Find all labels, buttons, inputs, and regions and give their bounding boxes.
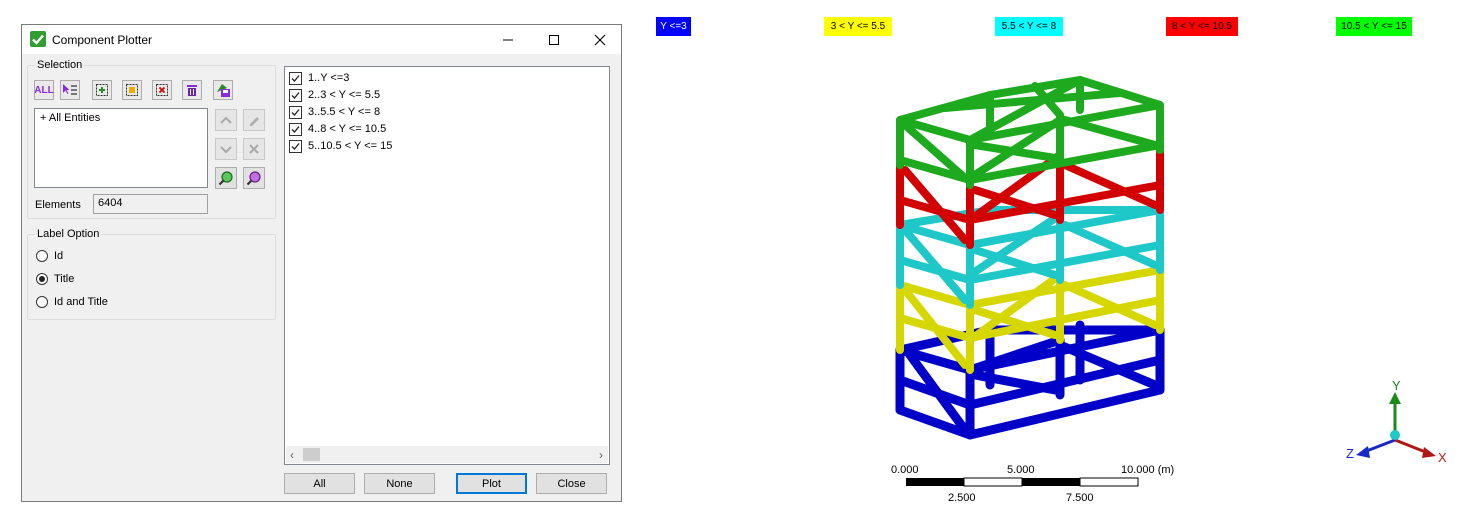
component-checkbox[interactable] — [289, 122, 302, 136]
remove-selection-icon — [156, 84, 168, 96]
maximize-button[interactable] — [531, 25, 577, 54]
zoom-selected-button[interactable] — [243, 167, 265, 189]
elements-label: Elements — [35, 199, 81, 211]
component-row[interactable]: 5..10.5 < Y <= 15 — [289, 138, 392, 154]
remove-selection-button[interactable] — [152, 80, 172, 100]
box-selection-icon — [126, 84, 138, 96]
checkmark-icon — [291, 125, 300, 133]
radio-title[interactable]: Title — [36, 273, 74, 285]
legend-chip: 3 < Y <= 5.5 — [824, 17, 892, 36]
checkmark-icon — [30, 31, 46, 47]
radio-id-label: Id — [54, 250, 64, 262]
move-up-button[interactable] — [215, 109, 237, 131]
clear-icon — [249, 144, 259, 154]
add-selection-button[interactable] — [92, 80, 112, 100]
minimize-icon — [503, 39, 513, 40]
component-label: 5..10.5 < Y <= 15 — [308, 140, 393, 152]
component-row[interactable]: 4..8 < Y <= 10.5 — [289, 121, 386, 137]
selection-label: Selection — [35, 59, 85, 71]
scale-label-0: 0.000 — [891, 464, 919, 476]
scroll-left-icon[interactable]: ‹ — [290, 448, 294, 462]
legend-chip: 10.5 < Y <= 15 — [1336, 17, 1412, 36]
close-icon — [594, 34, 606, 45]
title-bar[interactable]: Component Plotter — [22, 25, 621, 54]
add-selection-icon — [96, 84, 108, 96]
radio-title-label: Title — [54, 273, 75, 285]
component-plotter-dialog: Component Plotter Selection ALL + All En… — [21, 24, 622, 502]
delete-button[interactable] — [182, 80, 202, 100]
entities-list[interactable]: + All Entities — [34, 108, 208, 188]
close-window-button[interactable] — [577, 25, 623, 54]
list-item[interactable]: + All Entities — [40, 112, 100, 124]
minimize-button[interactable] — [485, 25, 531, 54]
horizontal-scrollbar[interactable]: ‹ › — [286, 446, 608, 463]
radio-button[interactable] — [36, 296, 48, 308]
component-checkbox[interactable] — [289, 139, 302, 153]
select-all-button[interactable]: ALL — [34, 80, 54, 100]
plot-button[interactable]: Plot — [456, 473, 527, 494]
label-option-group: Label Option Id Title Id and Title — [27, 228, 276, 320]
save-selection-icon — [217, 84, 230, 97]
level-1-members — [895, 320, 1165, 440]
component-row[interactable]: 3..5.5 < Y <= 8 — [289, 104, 380, 120]
close-button[interactable]: Close — [536, 473, 607, 494]
radio-button[interactable] — [36, 273, 48, 285]
none-button[interactable]: None — [364, 473, 435, 494]
legend-chip: Y <=3 — [656, 17, 691, 36]
select-all-icon: ALL — [34, 84, 54, 96]
zoom-icon — [218, 171, 233, 186]
move-up-icon — [220, 116, 232, 124]
save-selection-button[interactable] — [213, 80, 233, 100]
component-label: 3..5.5 < Y <= 8 — [308, 106, 381, 118]
level-5-members — [896, 75, 1164, 189]
pick-list-icon — [63, 84, 77, 95]
component-row[interactable]: 2..3 < Y <= 5.5 — [289, 87, 380, 103]
component-checkbox[interactable] — [289, 105, 302, 119]
component-checkbox[interactable] — [289, 88, 302, 102]
label-option-label: Label Option — [35, 228, 102, 240]
axis-z-label: Z — [1346, 446, 1354, 461]
component-label: 2..3 < Y <= 5.5 — [308, 89, 381, 101]
checkmark-icon — [291, 142, 300, 150]
radio-id-and-title-label: Id and Title — [54, 296, 108, 308]
all-button[interactable]: All — [284, 473, 355, 494]
move-down-icon — [220, 146, 232, 154]
scroll-thumb[interactable] — [303, 448, 320, 461]
radio-id[interactable]: Id — [36, 250, 63, 262]
selection-group: Selection ALL + All Entities Elements 64… — [27, 59, 276, 219]
box-selection-button[interactable] — [122, 80, 142, 100]
legend-chip: 8 < Y <= 10.5 — [1166, 17, 1238, 36]
zoom-button[interactable] — [215, 167, 237, 189]
radio-button[interactable] — [36, 250, 48, 262]
dialog-title: Component Plotter — [52, 33, 153, 47]
scale-label-2-5: 2.500 — [948, 492, 976, 504]
checkmark-icon — [291, 74, 300, 82]
edit-button[interactable] — [243, 109, 265, 131]
elements-count-field: 6404 — [93, 194, 208, 214]
maximize-icon — [549, 34, 559, 45]
components-list[interactable]: 1..Y <=3 2..3 < Y <= 5.5 3..5.5 < Y <= 8… — [284, 66, 610, 465]
move-down-button[interactable] — [215, 138, 237, 160]
component-checkbox[interactable] — [289, 71, 302, 85]
component-label: 1..Y <=3 — [308, 72, 350, 84]
pick-list-button[interactable] — [60, 80, 80, 100]
axis-triad: Y X Z — [1346, 378, 1447, 465]
delete-icon — [187, 85, 197, 96]
scroll-right-icon[interactable]: › — [599, 448, 603, 462]
scale-label-10: 10.000 (m) — [1121, 464, 1175, 476]
checkmark-icon — [291, 91, 300, 99]
radio-id-and-title[interactable]: Id and Title — [36, 296, 108, 308]
component-row[interactable]: 1..Y <=3 — [289, 70, 349, 86]
edit-icon — [250, 117, 259, 126]
component-label: 4..8 < Y <= 10.5 — [308, 123, 387, 135]
scale-label-7-5: 7.500 — [1066, 492, 1094, 504]
legend-chip: 5.5 < Y <= 8 — [995, 17, 1063, 36]
axis-y-label: Y — [1392, 378, 1401, 393]
structure-model-view[interactable] — [860, 60, 1180, 450]
checkmark-icon — [291, 108, 300, 116]
zoom-selected-icon — [246, 171, 261, 186]
clear-button[interactable] — [243, 138, 265, 160]
scale-label-5: 5.000 — [1007, 464, 1035, 476]
axis-x-label: X — [1438, 450, 1447, 465]
